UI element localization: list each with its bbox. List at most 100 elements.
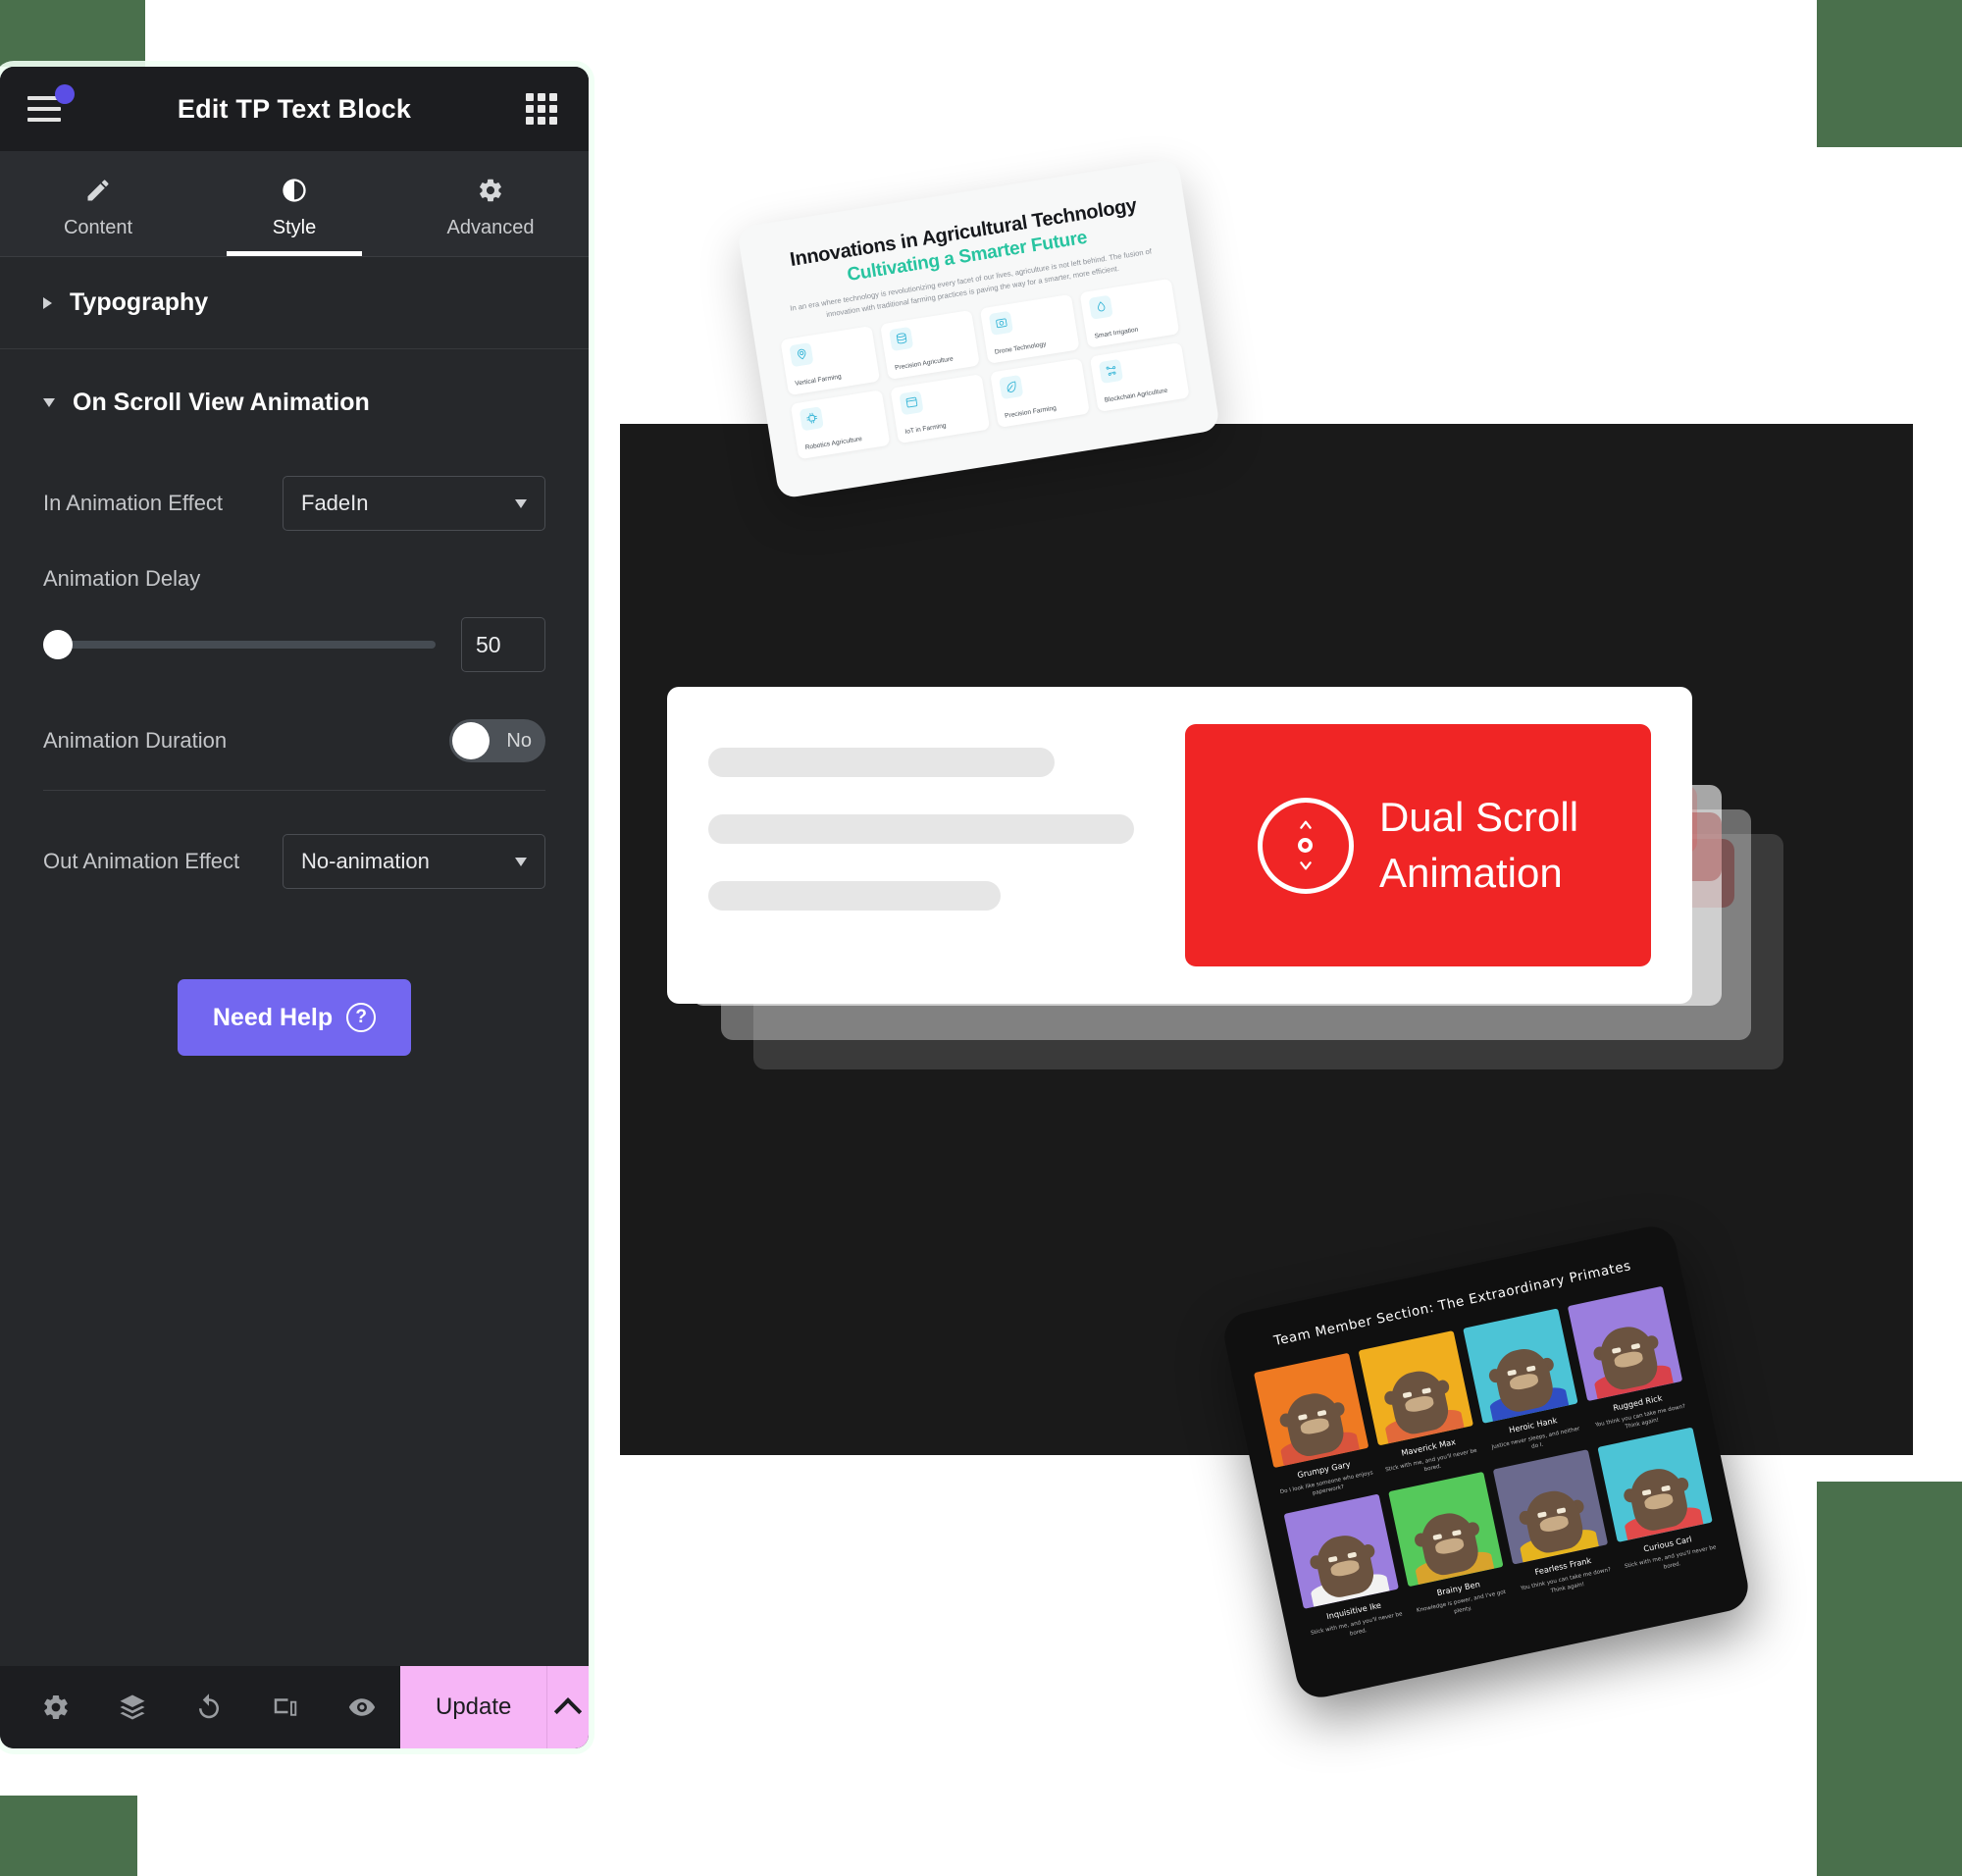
agri-feature-cell[interactable]: Drone Technology bbox=[979, 293, 1080, 364]
section-typography[interactable]: Typography bbox=[0, 257, 589, 349]
agri-feature-label: Robotics Agriculture bbox=[804, 435, 863, 451]
tab-style[interactable]: Style bbox=[196, 151, 392, 256]
row-animation-duration: Animation Duration No bbox=[43, 690, 545, 784]
skeleton-text-block bbox=[708, 724, 1152, 966]
toggle-knob bbox=[452, 722, 490, 759]
section-on-scroll-label: On Scroll View Animation bbox=[73, 389, 370, 416]
tab-content-label: Content bbox=[63, 217, 133, 238]
team-member-quote: Stick with me, and you'll never be bored… bbox=[1624, 1544, 1718, 1571]
agri-feature-cell[interactable]: Precision Agriculture bbox=[880, 309, 980, 380]
tab-style-label: Style bbox=[272, 217, 317, 238]
chevron-right-icon bbox=[43, 296, 52, 309]
row-animation-delay: 50 bbox=[43, 592, 545, 690]
skeleton-bar bbox=[708, 881, 1002, 911]
team-member-card[interactable]: Maverick Max Stick with me, and you'll ne… bbox=[1358, 1329, 1480, 1483]
slider-track bbox=[43, 641, 436, 649]
animation-duration-toggle[interactable]: No bbox=[449, 719, 545, 762]
in-animation-effect-select[interactable]: FadeIn bbox=[283, 476, 545, 531]
animation-duration-toggle-value: No bbox=[506, 729, 532, 752]
dual-scroll-card: Dual Scroll Animation bbox=[667, 687, 1692, 1004]
gear-icon bbox=[476, 176, 505, 205]
team-member-quote: Stick with me, and you'll never be bored… bbox=[1310, 1611, 1404, 1638]
page-title: Edit TP Text Block bbox=[177, 93, 412, 124]
agri-feature-cell[interactable]: Vertical Farming bbox=[780, 325, 881, 395]
team-member-card[interactable]: Curious Carl Stick with me, and you'll ne… bbox=[1597, 1427, 1720, 1580]
decor-green-bottom-left bbox=[0, 1796, 137, 1876]
tab-advanced[interactable]: Advanced bbox=[392, 151, 589, 256]
responsive-devices-icon[interactable] bbox=[247, 1666, 324, 1748]
team-member-avatar bbox=[1388, 1472, 1504, 1588]
decor-green-top-right bbox=[1817, 0, 1962, 147]
notification-badge-icon bbox=[55, 84, 75, 104]
contrast-half-circle-icon bbox=[280, 176, 309, 205]
update-options-caret[interactable] bbox=[546, 1666, 589, 1748]
pencil-icon bbox=[83, 176, 113, 205]
eye-preview-icon[interactable] bbox=[324, 1666, 400, 1748]
browser-window-icon bbox=[899, 390, 924, 415]
agri-feature-cell[interactable]: Smart Irrigation bbox=[1079, 278, 1180, 348]
slider-thumb[interactable] bbox=[43, 630, 73, 659]
in-animation-effect-label: In Animation Effect bbox=[43, 491, 224, 515]
divider bbox=[43, 790, 545, 791]
agri-feature-label: Blockchain Agriculture bbox=[1104, 387, 1168, 404]
dual-scroll-label: Dual Scroll Animation bbox=[1379, 790, 1578, 901]
team-member-card[interactable]: Rugged Rick You think you can take me dow… bbox=[1567, 1285, 1690, 1437]
layers-icon[interactable] bbox=[94, 1666, 171, 1748]
team-member-avatar bbox=[1283, 1493, 1400, 1610]
section-on-scroll-view-animation[interactable]: On Scroll View Animation bbox=[0, 349, 589, 448]
team-member-quote: You think you can take me down? Think ag… bbox=[1520, 1567, 1612, 1594]
agri-feature-cell[interactable]: Precision Farming bbox=[990, 357, 1090, 428]
agri-feature-label: Drone Technology bbox=[994, 340, 1047, 356]
team-member-card[interactable]: Brainy Ben Knowledge is power, and I've g… bbox=[1388, 1472, 1511, 1624]
panel-body: Typography On Scroll View Animation In A… bbox=[0, 257, 589, 1666]
tab-content[interactable]: Content bbox=[0, 151, 196, 256]
camera-icon bbox=[988, 310, 1013, 336]
animation-delay-slider[interactable] bbox=[43, 630, 436, 659]
team-member-avatar bbox=[1567, 1285, 1683, 1401]
section-typography-label: Typography bbox=[70, 288, 209, 316]
need-help-label: Need Help bbox=[212, 1003, 334, 1031]
water-drop-icon bbox=[1088, 294, 1113, 320]
scatter-nodes-icon bbox=[1098, 358, 1123, 384]
team-member-avatar bbox=[1253, 1352, 1369, 1468]
help-button-wrap: Need Help ? bbox=[43, 979, 545, 1056]
update-button[interactable]: Update bbox=[400, 1666, 547, 1748]
row-in-animation-effect: In Animation Effect FadeIn bbox=[43, 448, 545, 558]
update-button-label: Update bbox=[436, 1694, 512, 1720]
hamburger-icon[interactable] bbox=[27, 96, 61, 122]
dual-scroll-card-stack: Dual Scroll Animation bbox=[667, 687, 1942, 1177]
database-icon bbox=[889, 326, 914, 351]
panel-footer: Update bbox=[0, 1666, 589, 1748]
gear-icon[interactable] bbox=[18, 1666, 94, 1748]
dual-scroll-arrows-icon bbox=[1257, 797, 1354, 894]
agri-feature-label: Vertical Farming bbox=[794, 373, 843, 388]
skeleton-bar bbox=[708, 748, 1055, 777]
agri-feature-label: IoT in Farming bbox=[904, 421, 947, 436]
animation-delay-input[interactable]: 50 bbox=[461, 617, 545, 672]
chevron-up-icon bbox=[554, 1697, 583, 1726]
chevron-down-icon bbox=[515, 857, 527, 866]
decor-green-bottom-right bbox=[1817, 1482, 1962, 1876]
animation-delay-label: Animation Delay bbox=[43, 566, 201, 591]
animation-controls: In Animation Effect FadeIn Animation Del… bbox=[0, 448, 589, 1056]
history-revert-icon[interactable] bbox=[171, 1666, 247, 1748]
skeleton-bar bbox=[708, 814, 1134, 844]
out-animation-effect-select[interactable]: No-animation bbox=[283, 834, 545, 889]
team-member-card[interactable]: Grumpy Gary Do I look like someone who en… bbox=[1253, 1352, 1376, 1504]
panel-tabs: Content Style Advanced bbox=[0, 151, 589, 257]
grid-apps-icon[interactable] bbox=[526, 93, 557, 125]
team-member-card[interactable]: Fearless Frank You think you can take me … bbox=[1492, 1449, 1616, 1602]
out-animation-effect-value: No-animation bbox=[301, 849, 430, 873]
team-member-card[interactable]: Inquisitive Ike Stick with me, and you'll… bbox=[1283, 1493, 1407, 1646]
agri-feature-label: Precision Agriculture bbox=[894, 355, 955, 372]
in-animation-effect-value: FadeIn bbox=[301, 491, 369, 515]
need-help-button[interactable]: Need Help ? bbox=[177, 979, 412, 1056]
agri-feature-cell[interactable]: IoT in Farming bbox=[890, 373, 991, 443]
chip-icon bbox=[799, 405, 824, 431]
team-member-avatar bbox=[1463, 1307, 1578, 1424]
agri-feature-cell[interactable]: Blockchain Agriculture bbox=[1089, 341, 1190, 412]
team-member-card[interactable]: Heroic Hank Justice never sleeps, and nei… bbox=[1463, 1307, 1585, 1460]
agri-feature-label: Precision Farming bbox=[1004, 404, 1058, 420]
panel-header: Edit TP Text Block bbox=[0, 67, 589, 151]
agri-feature-cell[interactable]: Robotics Agriculture bbox=[790, 389, 891, 459]
